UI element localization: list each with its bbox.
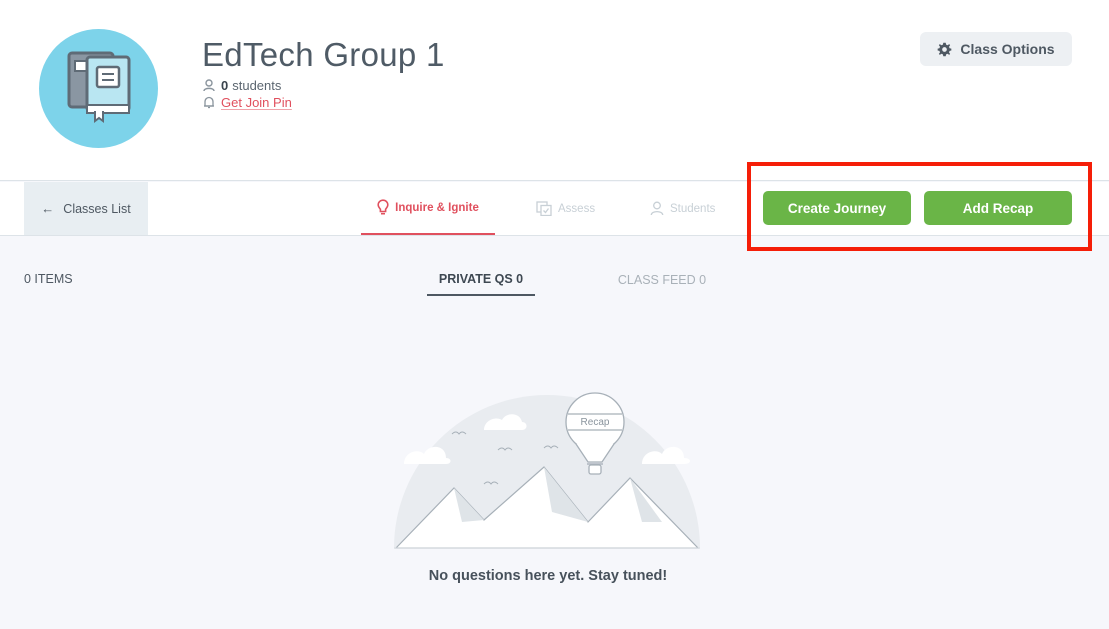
tab-private-qs[interactable]: PRIVATE QS 0: [427, 264, 535, 296]
assess-icon: [536, 201, 552, 216]
items-count: 0 ITEMS: [24, 272, 73, 286]
student-count-row: 0 students: [203, 78, 281, 93]
join-pin-row: Get Join Pin: [203, 95, 292, 110]
arrow-left-icon: ←: [41, 201, 55, 216]
lightbulb-icon: [377, 199, 389, 215]
empty-state-illustration: Recap: [394, 392, 700, 549]
bell-icon: [204, 96, 214, 109]
classes-list-button[interactable]: ← Classes List: [24, 182, 148, 235]
balloon-label: Recap: [581, 417, 610, 428]
user-icon: [203, 79, 215, 92]
student-count: 0: [221, 78, 229, 93]
tab-inquire-ignite[interactable]: Inquire & Ignite: [361, 182, 495, 235]
tab-inquire-ignite-label: Inquire & Ignite: [395, 201, 479, 214]
tab-students-label: Students: [670, 202, 716, 215]
book-icon: [67, 51, 131, 123]
annotation-highlight-box: [747, 162, 1092, 251]
tab-assess[interactable]: Assess: [536, 182, 595, 235]
class-header: EdTech Group 1 0 students Get Join Pin C…: [0, 0, 1109, 181]
get-join-pin-link[interactable]: Get Join Pin: [221, 95, 292, 110]
class-options-label: Class Options: [960, 41, 1055, 57]
tab-assess-label: Assess: [558, 202, 596, 215]
gear-icon: [938, 42, 952, 56]
user-icon: [650, 201, 664, 216]
tab-class-feed[interactable]: CLASS FEED 0: [610, 264, 714, 296]
empty-state-message: No questions here yet. Stay tuned!: [428, 568, 668, 584]
students-label: students: [232, 78, 282, 93]
classes-list-label: Classes List: [63, 201, 131, 216]
class-options-button[interactable]: Class Options: [920, 32, 1072, 66]
class-avatar: [39, 29, 158, 148]
tab-students[interactable]: Students: [650, 182, 715, 235]
class-title: EdTech Group 1: [202, 36, 445, 73]
